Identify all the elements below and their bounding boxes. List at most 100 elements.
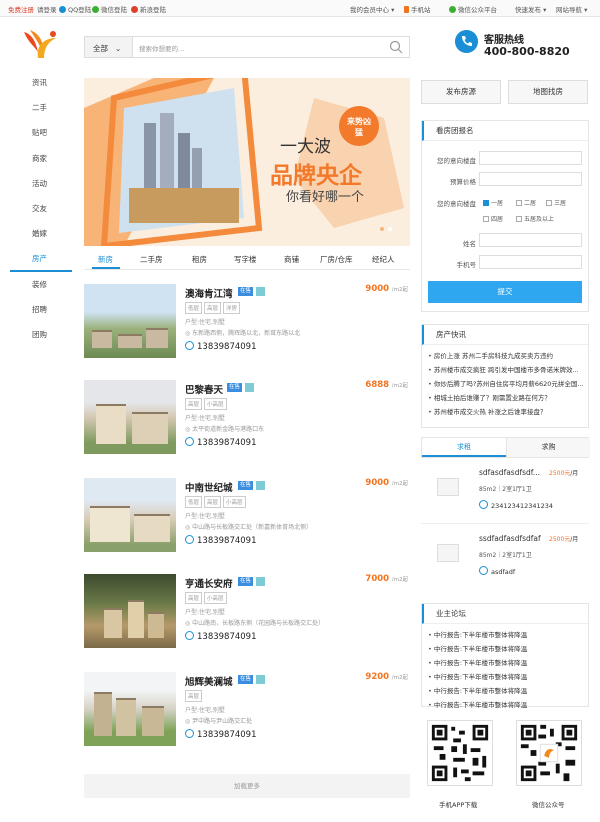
rent-request-item[interactable]: sdfasdfasdfsdf... 2500元/月 85m2｜2室1厅1卫 23… bbox=[421, 460, 589, 524]
listing-address: ◎ 中山路与长板路交汇处（新嘉新体育场北侧） bbox=[185, 524, 313, 531]
panel-title: 看房团报名 bbox=[422, 121, 588, 141]
listing-photo[interactable] bbox=[84, 574, 176, 648]
listing-type: 户型:住宅,别墅 bbox=[185, 609, 225, 616]
building-input[interactable] bbox=[479, 151, 582, 165]
listing-tags: 高层 bbox=[185, 690, 204, 702]
tab-buy-wanted[interactable]: 求购 bbox=[506, 438, 590, 457]
mobile-site-link[interactable]: 手机站 bbox=[404, 4, 431, 14]
rent-price: 2500元/月 bbox=[549, 536, 579, 543]
tab-rent[interactable]: 租房 bbox=[192, 254, 207, 265]
category-tabs: 新房 二手房 租房 写字楼 商铺 厂房/仓库 经纪人 bbox=[84, 248, 410, 270]
forum-item[interactable]: 中行报告:下半年楼市整体将降温 bbox=[422, 656, 588, 670]
post-listing-button[interactable]: 发布房源 bbox=[421, 80, 501, 104]
listing-card[interactable]: 澳海肯江湾 在售 低层 高层 洋房 户型:住宅,别墅 ◎ 东新路西侧，腾辉路以北，新… bbox=[84, 284, 410, 374]
listing-card[interactable]: 巴黎春天 在售 高层 小高层 户型:住宅,别墅 ◎ 太平街道新金路与港路口东 13… bbox=[84, 380, 410, 470]
forum-item[interactable]: 中行报告:下半年楼市整体将降温 bbox=[422, 684, 588, 698]
news-item[interactable]: 相城土拍后谁赚了？刚需置业路在何方？ bbox=[422, 391, 588, 405]
promo-banner[interactable]: 一大波 品牌央企 你看好哪一个 来势凶猛 bbox=[84, 78, 410, 246]
listing-card[interactable]: 中南世纪城 在售 低层 高层 小高层 户型:住宅,别墅 ◎ 中山路与长板路交汇处（新… bbox=[84, 478, 410, 568]
news-item[interactable]: 房价上涨 苏州二手房科技九成买卖方违约 bbox=[422, 349, 588, 363]
phone-icon bbox=[185, 729, 194, 738]
phone-input[interactable] bbox=[479, 255, 582, 269]
option-checkbox[interactable]: 三居 bbox=[546, 198, 566, 207]
listing-price: 7000 /m2起 bbox=[365, 574, 408, 584]
submit-button[interactable]: 提交 bbox=[428, 281, 582, 303]
sidenav-item-secondhand[interactable]: 二手 bbox=[10, 95, 72, 120]
news-item[interactable]: 苏州楼市成交疯狂 跨引发中国楼市多骨诺米牌效... bbox=[422, 363, 588, 377]
user-icon bbox=[479, 500, 488, 509]
listing-card[interactable]: 亨通长安府 在售 高层 小高层 户型:住宅,别墅 ◎ 中山路南，长板路东侧（花园路… bbox=[84, 574, 410, 664]
sidenav-item-wedding[interactable]: 婚嫁 bbox=[10, 221, 72, 246]
sidenav-item-groupbuy[interactable]: 团购 bbox=[10, 322, 72, 347]
listing-photo[interactable] bbox=[84, 284, 176, 358]
qr-label-wechat: 微信公众号 bbox=[532, 801, 565, 809]
image-placeholder-icon bbox=[437, 478, 459, 496]
news-item[interactable]: 苏州楼市成交火热 补涨之后谁率接盘？ bbox=[422, 405, 588, 419]
listing-photo[interactable] bbox=[84, 380, 176, 454]
wechat-login-link[interactable]: 微信登陆 bbox=[92, 4, 127, 14]
budget-input[interactable] bbox=[479, 172, 582, 186]
wechat-qr-code bbox=[516, 720, 582, 786]
active-tab-indicator bbox=[92, 267, 120, 269]
search-category-select[interactable]: 全部 ⌄ bbox=[85, 37, 133, 57]
sidenav-item-news[interactable]: 资讯 bbox=[10, 70, 72, 95]
search-input[interactable]: 搜索你想要的... bbox=[139, 43, 184, 53]
listing-title[interactable]: 巴黎春天 bbox=[185, 382, 223, 396]
site-nav-link[interactable]: 网站导航 ▾ bbox=[556, 4, 587, 14]
listing-title[interactable]: 亨通长安府 bbox=[185, 576, 233, 590]
tab-rent-wanted[interactable]: 求租 bbox=[422, 438, 506, 457]
load-more-button[interactable]: 加载更多 bbox=[84, 774, 410, 798]
forum-item[interactable]: 中行报告:下半年楼市整体将降温 bbox=[422, 698, 588, 712]
search-icon[interactable] bbox=[389, 40, 403, 54]
login-link[interactable]: 请登录 bbox=[37, 4, 57, 14]
listing-title[interactable]: 中南世纪城 bbox=[185, 480, 233, 494]
listing-photo[interactable] bbox=[84, 672, 176, 746]
rent-title[interactable]: ssdfadfasdfsdfaf bbox=[479, 534, 541, 543]
sidenav-item-jobs[interactable]: 招聘 bbox=[10, 297, 72, 322]
tab-shops[interactable]: 商铺 bbox=[284, 254, 299, 265]
member-center-link[interactable]: 我的会员中心 ▾ bbox=[350, 4, 394, 14]
forum-item[interactable]: 中行报告:下半年楼市整体将降温 bbox=[422, 670, 588, 684]
sidenav-item-dating[interactable]: 交友 bbox=[10, 196, 72, 221]
listing-phone: 13839874091 bbox=[185, 631, 257, 642]
panel-title: 业主论坛 bbox=[422, 604, 588, 624]
rent-request-item[interactable]: ssdfadfasdfsdfaf 2500元/月 85m2｜2室1厅1卫 asd… bbox=[421, 526, 589, 590]
news-item[interactable]: 你炒后腾了吗?苏州自住房平均月薪6620元拼全国... bbox=[422, 377, 588, 391]
tab-new-homes[interactable]: 新房 bbox=[98, 254, 113, 265]
tab-office[interactable]: 写字楼 bbox=[234, 254, 257, 265]
field-label: 您的意向楼盘 bbox=[437, 157, 476, 165]
rent-title[interactable]: sdfasdfasdfsdf... bbox=[479, 468, 540, 477]
wechat-public-link[interactable]: 微信公众平台 bbox=[449, 4, 497, 14]
register-link[interactable]: 免费注册 bbox=[8, 4, 34, 14]
logo[interactable] bbox=[22, 28, 60, 62]
sidenav-item-events[interactable]: 活动 bbox=[10, 171, 72, 196]
qq-login-link[interactable]: QQ登陆 bbox=[59, 4, 91, 14]
banner-stamp: 来势凶猛 bbox=[347, 117, 371, 137]
sidenav-item-realestate[interactable]: 房产 bbox=[10, 246, 72, 272]
option-checkbox[interactable]: 一居 bbox=[483, 198, 503, 207]
rent-detail: 85m2｜2室1厅1卫 bbox=[479, 552, 532, 559]
field-label: 姓名 bbox=[463, 240, 476, 248]
listing-photo[interactable] bbox=[84, 478, 176, 552]
forum-item[interactable]: 中行报告:下半年楼市整体将降温 bbox=[422, 628, 588, 642]
listing-title[interactable]: 旭辉美澜城 bbox=[185, 674, 233, 688]
field-label: 手机号 bbox=[456, 261, 477, 269]
tab-secondhand[interactable]: 二手房 bbox=[140, 254, 163, 265]
map-search-button[interactable]: 地图找房 bbox=[508, 80, 588, 104]
sidenav-item-decoration[interactable]: 装修 bbox=[10, 272, 72, 297]
sidenav-item-forum[interactable]: 贴吧 bbox=[10, 120, 72, 145]
forum-item[interactable]: 中行报告:下半年楼市整体将降温 bbox=[422, 642, 588, 656]
listing-title[interactable]: 澳海肯江湾 bbox=[185, 286, 233, 300]
tab-agents[interactable]: 经纪人 bbox=[372, 254, 395, 265]
status-badge: 在售 bbox=[238, 675, 254, 684]
option-checkbox[interactable]: 四居 bbox=[483, 214, 503, 223]
forum-panel: 业主论坛 中行报告:下半年楼市整体将降温 中行报告:下半年楼市整体将降温 中行报… bbox=[421, 603, 589, 709]
option-checkbox[interactable]: 二居 bbox=[516, 198, 536, 207]
name-input[interactable] bbox=[479, 233, 582, 247]
weibo-login-link[interactable]: 新浪登陆 bbox=[131, 4, 166, 14]
tab-factory[interactable]: 厂房/仓库 bbox=[320, 254, 353, 265]
quick-post-link[interactable]: 快速发布 ▾ bbox=[515, 4, 546, 14]
sidenav-item-merchants[interactable]: 商家 bbox=[10, 146, 72, 171]
option-checkbox[interactable]: 五居及以上 bbox=[516, 214, 554, 223]
listing-card[interactable]: 旭辉美澜城 在售 高层 户型:住宅,别墅 ◎ 尹中路与尹山路交汇处 138398… bbox=[84, 672, 410, 762]
